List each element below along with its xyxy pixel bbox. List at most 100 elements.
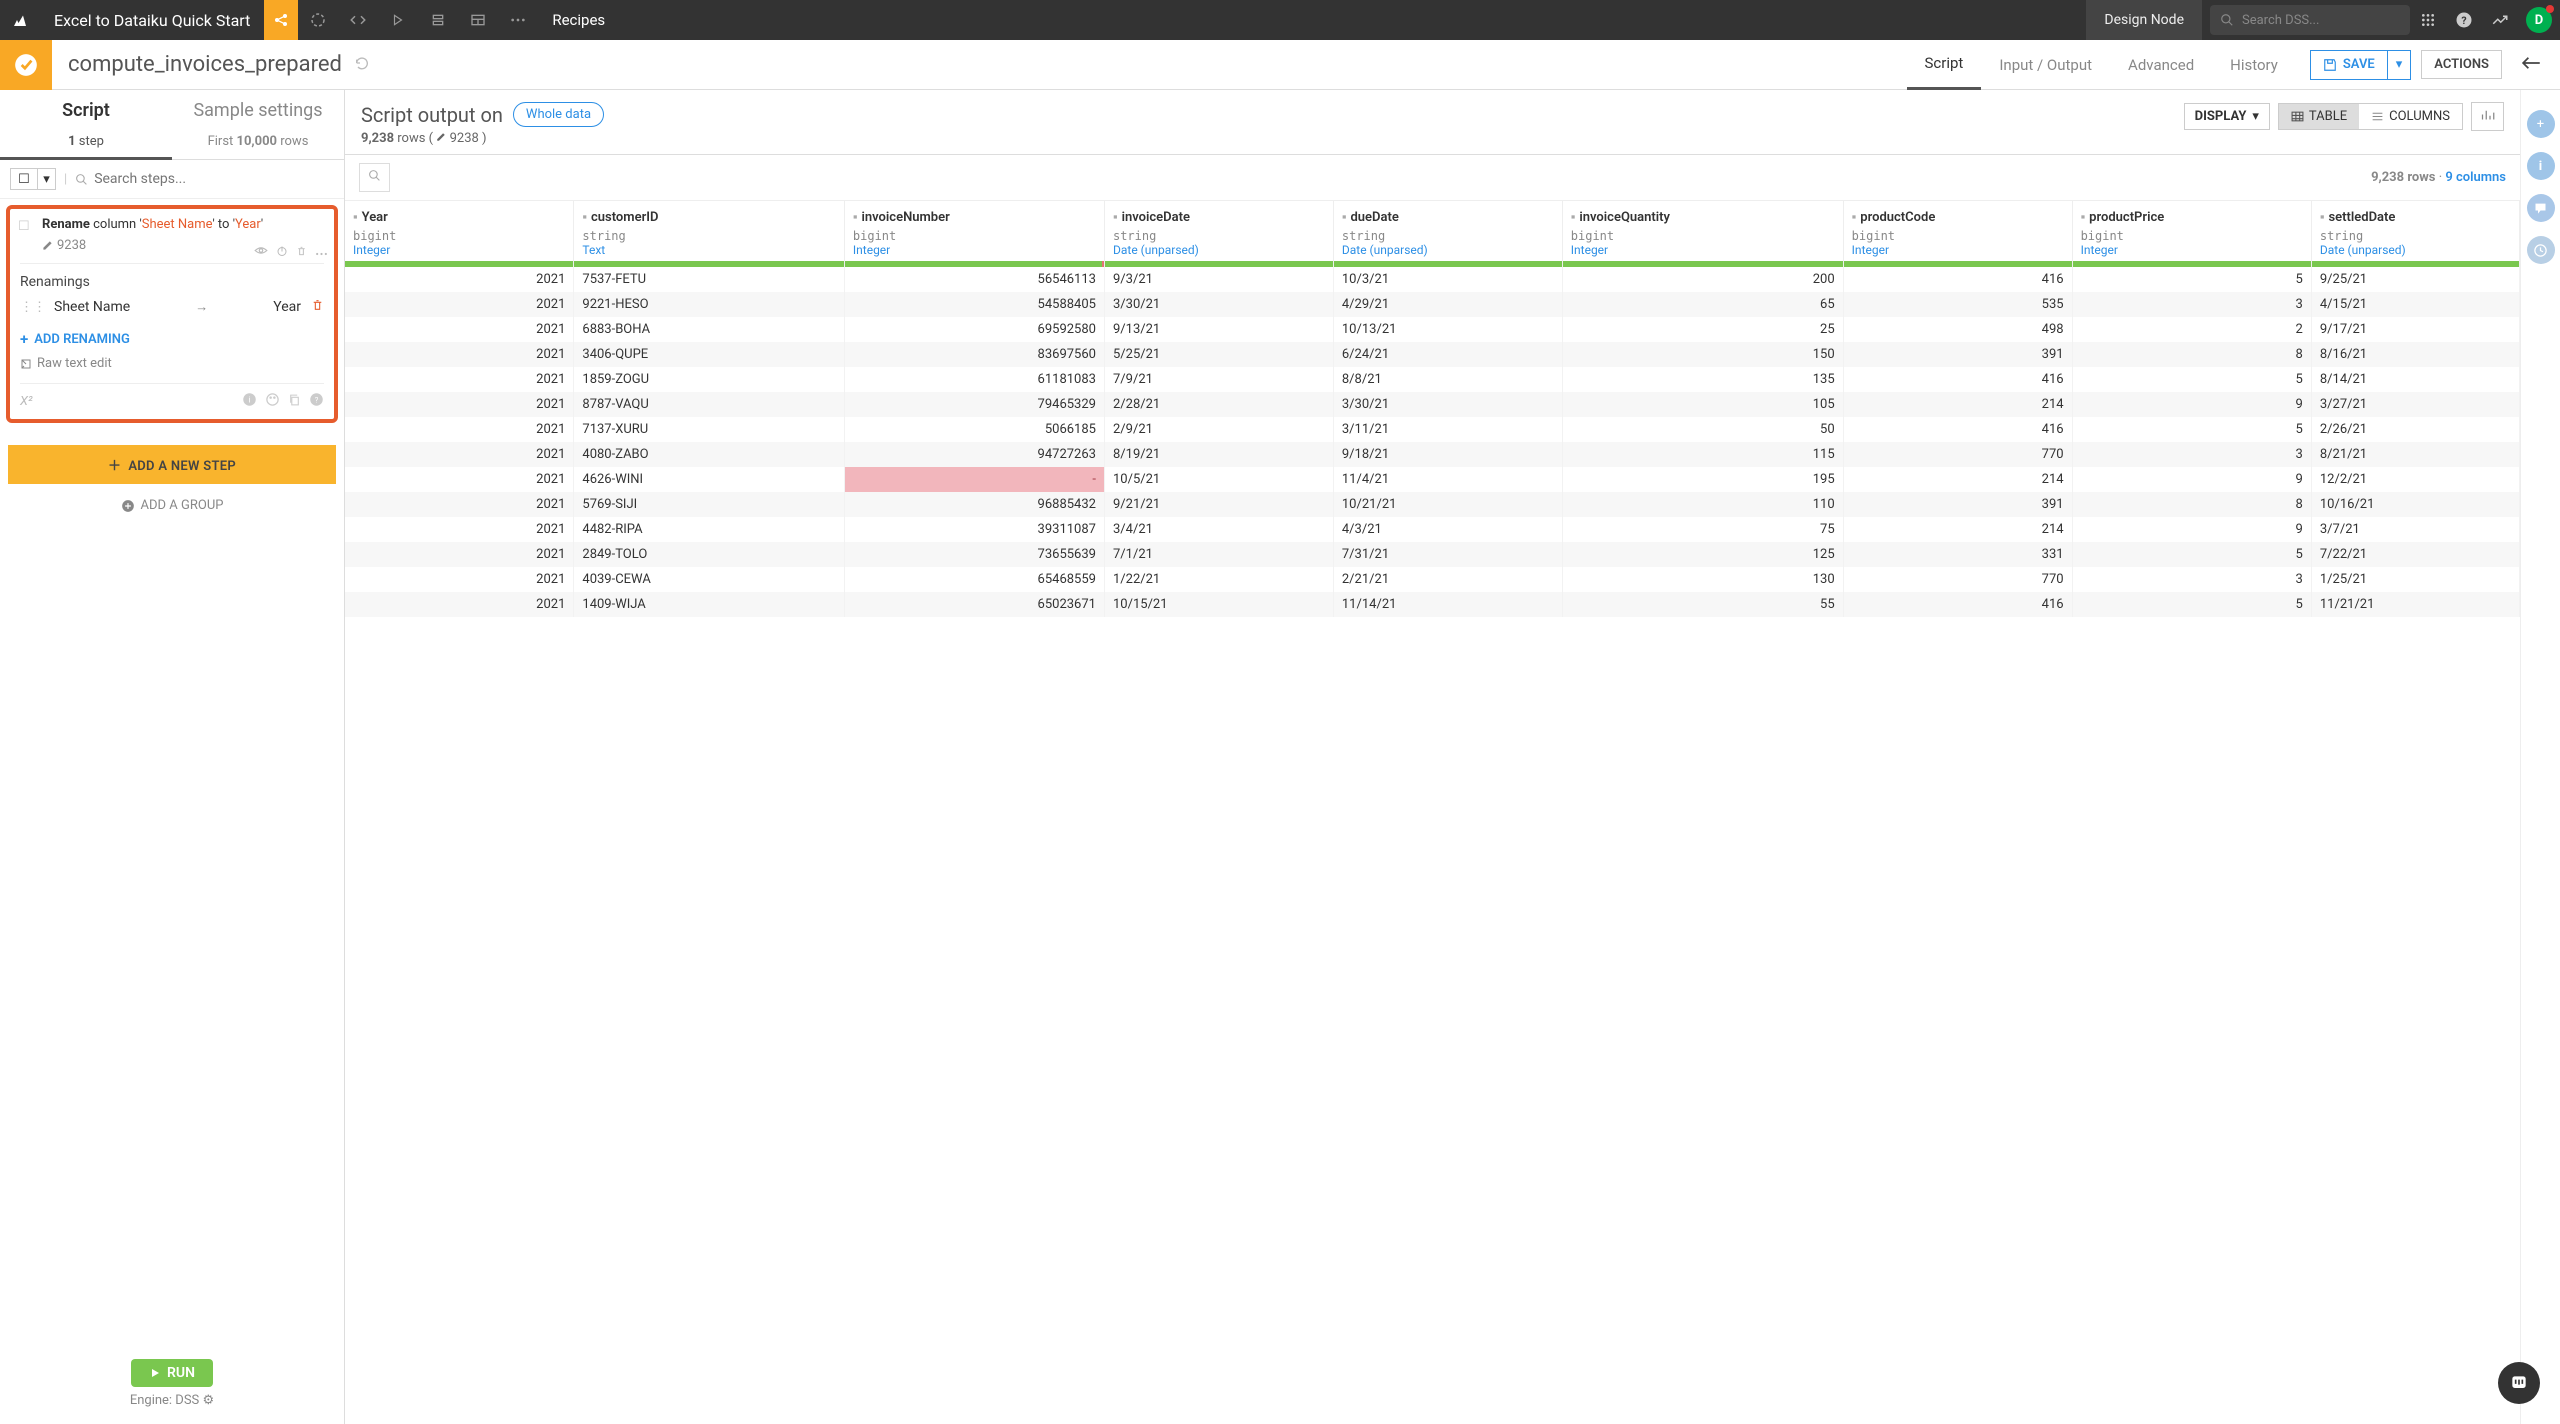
tab-script[interactable]: Script bbox=[1907, 40, 1982, 90]
cell[interactable]: 2021 bbox=[345, 417, 574, 442]
cell[interactable]: 2021 bbox=[345, 267, 574, 292]
eye-icon[interactable] bbox=[254, 245, 268, 261]
cell[interactable]: 8 bbox=[2072, 342, 2311, 367]
cell[interactable]: 5066185 bbox=[844, 417, 1104, 442]
table-row[interactable]: 20211859-ZOGU611810837/9/218/8/211354165… bbox=[345, 367, 2520, 392]
cell[interactable]: 4039-CEWA bbox=[574, 567, 845, 592]
cell[interactable]: 25 bbox=[1562, 317, 1843, 342]
table-row[interactable]: 20219221-HESO545884053/30/214/29/2165535… bbox=[345, 292, 2520, 317]
cell[interactable]: 54588405 bbox=[844, 292, 1104, 317]
code-icon[interactable] bbox=[338, 0, 378, 40]
cell[interactable]: 3/11/21 bbox=[1333, 417, 1562, 442]
cell[interactable]: 214 bbox=[1843, 517, 2072, 542]
avatar[interactable]: D bbox=[2526, 7, 2552, 33]
power-icon[interactable] bbox=[276, 245, 288, 261]
copy-step-icon[interactable] bbox=[288, 393, 301, 411]
add-renaming-button[interactable]: +ADD RENAMING bbox=[20, 330, 324, 348]
table-row[interactable]: 20215769-SIJI968854329/21/2110/21/211103… bbox=[345, 492, 2520, 517]
cell[interactable]: 214 bbox=[1843, 467, 2072, 492]
cell[interactable]: 214 bbox=[1843, 392, 2072, 417]
cell[interactable]: 3 bbox=[2072, 567, 2311, 592]
cell[interactable]: 9/25/21 bbox=[2311, 267, 2519, 292]
cell[interactable]: 8787-VAQU bbox=[574, 392, 845, 417]
info-step-icon[interactable]: i bbox=[242, 392, 257, 411]
table-row[interactable]: 20218787-VAQU794653292/28/213/30/2110521… bbox=[345, 392, 2520, 417]
cell[interactable]: 4626-WINI bbox=[574, 467, 845, 492]
cell[interactable]: 9/17/21 bbox=[2311, 317, 2519, 342]
cell[interactable]: 2021 bbox=[345, 392, 574, 417]
cell[interactable]: 8/21/21 bbox=[2311, 442, 2519, 467]
intercom-fab[interactable] bbox=[2498, 1362, 2540, 1404]
cell[interactable]: 9221-HESO bbox=[574, 292, 845, 317]
select-dropdown[interactable]: ▾ bbox=[38, 168, 56, 190]
cell[interactable]: 11/4/21 bbox=[1333, 467, 1562, 492]
cell[interactable]: 94727263 bbox=[844, 442, 1104, 467]
cell[interactable]: 3/4/21 bbox=[1104, 517, 1333, 542]
cell[interactable]: 61181083 bbox=[844, 367, 1104, 392]
cell[interactable]: 9 bbox=[2072, 392, 2311, 417]
cell[interactable]: 2/26/21 bbox=[2311, 417, 2519, 442]
dataiku-logo[interactable] bbox=[0, 11, 40, 29]
run-button[interactable]: RUN bbox=[131, 1359, 213, 1387]
column-header-invoiceQuantity[interactable]: ▪invoiceQuantity bigint Integer bbox=[1562, 201, 1843, 267]
cell[interactable]: 5769-SIJI bbox=[574, 492, 845, 517]
cell[interactable]: 11/21/21 bbox=[2311, 592, 2519, 617]
delete-step-icon[interactable] bbox=[296, 245, 307, 261]
cell[interactable]: 9 bbox=[2072, 517, 2311, 542]
cell[interactable]: 9/13/21 bbox=[1104, 317, 1333, 342]
cell[interactable]: 195 bbox=[1562, 467, 1843, 492]
cell[interactable]: 3/7/21 bbox=[2311, 517, 2519, 542]
cell[interactable]: 1/25/21 bbox=[2311, 567, 2519, 592]
cell[interactable]: 6883-BOHA bbox=[574, 317, 845, 342]
cell[interactable]: 8/8/21 bbox=[1333, 367, 1562, 392]
cell[interactable]: 75 bbox=[1562, 517, 1843, 542]
cell[interactable]: 65 bbox=[1562, 292, 1843, 317]
cell[interactable]: 56546113 bbox=[844, 267, 1104, 292]
column-header-customerID[interactable]: ▪customerID string Text bbox=[574, 201, 845, 267]
help-step-icon[interactable]: ? bbox=[309, 392, 324, 411]
cell[interactable]: 115 bbox=[1562, 442, 1843, 467]
cell[interactable]: 1/22/21 bbox=[1104, 567, 1333, 592]
table-search-button[interactable] bbox=[359, 163, 390, 192]
save-dropdown[interactable]: ▾ bbox=[2387, 51, 2411, 79]
cell[interactable]: 2021 bbox=[345, 367, 574, 392]
cell[interactable]: 4/15/21 bbox=[2311, 292, 2519, 317]
cell[interactable]: 65468559 bbox=[844, 567, 1104, 592]
table-row[interactable]: 20217537-FETU565461139/3/2110/3/21200416… bbox=[345, 267, 2520, 292]
actions-button[interactable]: ACTIONS bbox=[2421, 50, 2502, 79]
cell[interactable]: 3/27/21 bbox=[2311, 392, 2519, 417]
cell[interactable]: 2021 bbox=[345, 567, 574, 592]
cell[interactable]: 11/14/21 bbox=[1333, 592, 1562, 617]
cell[interactable]: 6/24/21 bbox=[1333, 342, 1562, 367]
cell[interactable]: 200 bbox=[1562, 267, 1843, 292]
cell[interactable]: 2/28/21 bbox=[1104, 392, 1333, 417]
sidebar-subtab-steps[interactable]: 1 step bbox=[0, 131, 172, 160]
cell[interactable]: 9/18/21 bbox=[1333, 442, 1562, 467]
rename-from[interactable]: Sheet Name bbox=[54, 299, 130, 315]
add-new-step-button[interactable]: ＋ ADD A NEW STEP bbox=[8, 445, 336, 484]
cell[interactable]: 4/29/21 bbox=[1333, 292, 1562, 317]
cell[interactable]: 3406-QUPE bbox=[574, 342, 845, 367]
tab-history[interactable]: History bbox=[2212, 40, 2296, 90]
play-icon[interactable] bbox=[378, 0, 418, 40]
cell[interactable]: 2/21/21 bbox=[1333, 567, 1562, 592]
palette-icon[interactable] bbox=[265, 392, 280, 411]
nav-label[interactable]: Recipes bbox=[538, 11, 619, 29]
cell[interactable]: 416 bbox=[1843, 367, 2072, 392]
cell[interactable]: 770 bbox=[1843, 567, 2072, 592]
cell[interactable]: 2/9/21 bbox=[1104, 417, 1333, 442]
cell[interactable]: 8/19/21 bbox=[1104, 442, 1333, 467]
cell[interactable]: 4482-RIPA bbox=[574, 517, 845, 542]
cell[interactable]: 4/3/21 bbox=[1333, 517, 1562, 542]
toggle-columns[interactable]: COLUMNS bbox=[2359, 104, 2462, 129]
cell[interactable]: 55 bbox=[1562, 592, 1843, 617]
cell[interactable]: 5 bbox=[2072, 542, 2311, 567]
dashboard-icon[interactable] bbox=[458, 0, 498, 40]
cell[interactable]: 391 bbox=[1843, 492, 2072, 517]
cell[interactable]: 416 bbox=[1843, 267, 2072, 292]
cell[interactable]: 5 bbox=[2072, 267, 2311, 292]
cell[interactable]: 391 bbox=[1843, 342, 2072, 367]
column-header-dueDate[interactable]: ▪dueDate string Date (unparsed) bbox=[1333, 201, 1562, 267]
cell[interactable]: 2849-TOLO bbox=[574, 542, 845, 567]
table-row[interactable]: 20211409-WIJA6502367110/15/2111/14/21554… bbox=[345, 592, 2520, 617]
